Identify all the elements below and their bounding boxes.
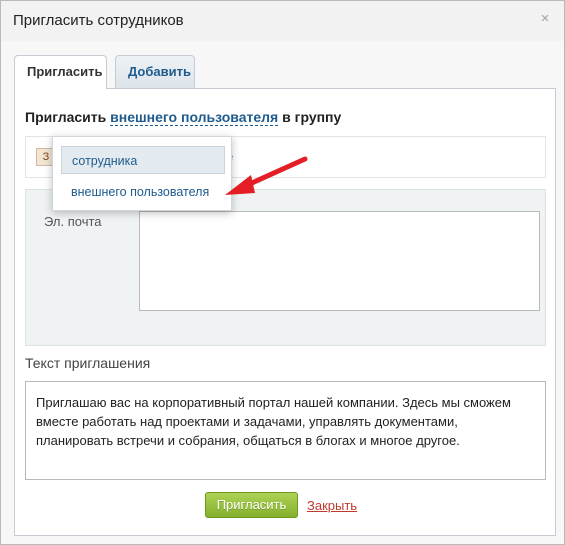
heading-suffix: в группу: [282, 109, 342, 125]
message-label: Текст приглашения: [25, 355, 151, 371]
email-section: Эл. почта: [25, 189, 546, 346]
dialog-title: Пригласить сотрудников: [13, 12, 184, 29]
annotation-arrow-icon: [225, 156, 308, 195]
user-type-dropdown: сотрудника внешнего пользователя: [52, 136, 232, 211]
invite-button[interactable]: Пригласить: [205, 492, 298, 518]
email-label: Эл. почта: [44, 214, 102, 229]
close-link[interactable]: Закрыть: [307, 498, 357, 513]
heading-prefix: Пригласить: [25, 109, 107, 125]
tab-invite[interactable]: Пригласить: [14, 55, 107, 89]
dialog-titlebar[interactable]: Пригласить сотрудников ×: [1, 1, 564, 41]
email-input[interactable]: [139, 211, 540, 311]
dropdown-item-external-user[interactable]: внешнего пользователя: [61, 178, 225, 206]
message-textarea[interactable]: Приглашаю вас на корпоративный портал на…: [25, 381, 546, 480]
invite-dialog: Пригласить сотрудников × Пригласить Доба…: [0, 0, 565, 545]
user-type-selector[interactable]: внешнего пользователя: [110, 109, 279, 126]
dropdown-item-employee[interactable]: сотрудника: [61, 146, 225, 174]
invite-heading: Пригласить внешнего пользователя в групп…: [25, 109, 342, 126]
tab-add[interactable]: Добавить: [115, 55, 195, 88]
close-icon[interactable]: ×: [538, 11, 552, 27]
